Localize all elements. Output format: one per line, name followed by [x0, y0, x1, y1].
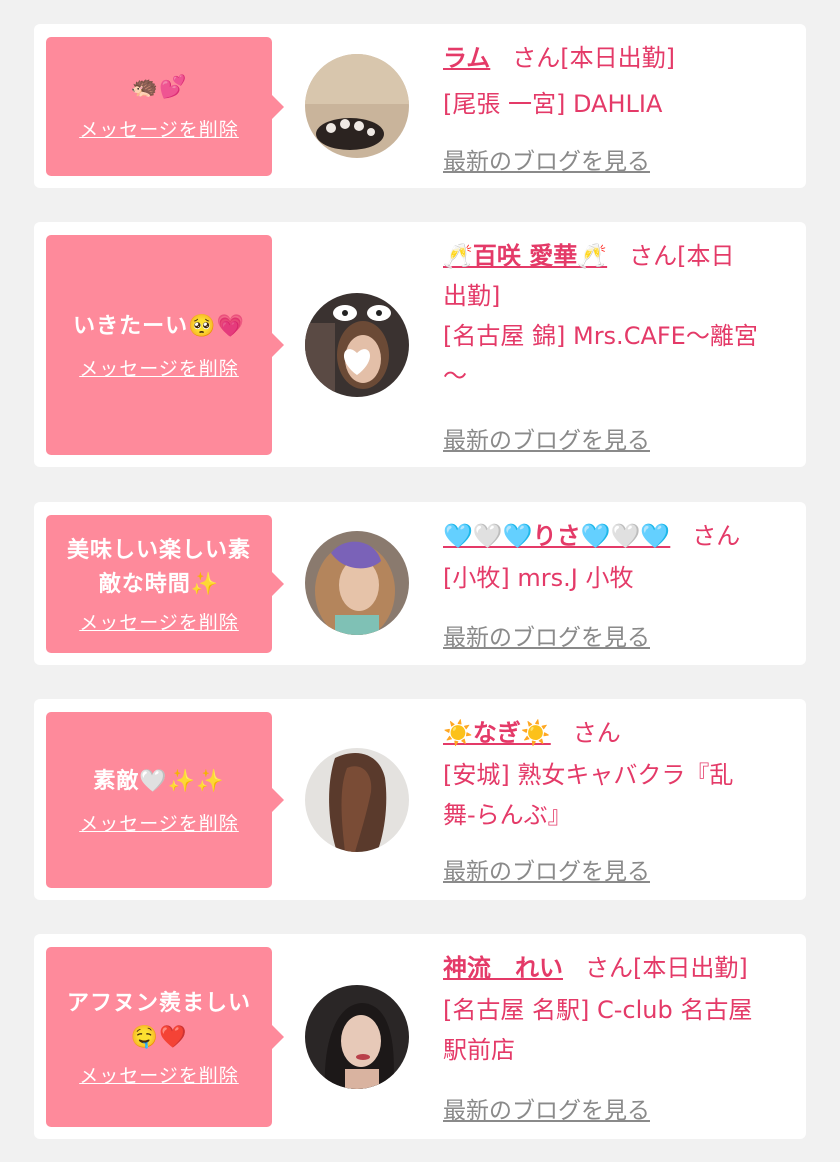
message-text: アフヌン羨ましい [66, 990, 251, 1016]
message-card: 素敵🤍✨✨ メッセージを削除 ☀️なぎ☀️ さん [安城] 熟女キャバクラ『乱 舞… [34, 699, 806, 900]
message-bubble: 素敵🤍✨✨ メッセージを削除 [46, 712, 284, 888]
status-text: [本日 [677, 242, 735, 270]
message-text-line2: 🤤❤️ [130, 1024, 188, 1050]
cast-info: ☀️なぎ☀️ さん [安城] 熟女キャバクラ『乱 舞-らんぶ』 [443, 713, 792, 835]
cast-name-link[interactable]: 🩵🤍🩵りさ🩵🤍🩵 [443, 522, 670, 550]
message-bubble: いきたーい🥺💗 メッセージを削除 [46, 235, 284, 455]
latest-blog-link[interactable]: 最新のブログを見る [443, 421, 650, 455]
message-card: いきたーい🥺💗 メッセージを削除 🥂百咲 愛華🥂 さん[本日 出勤] [名古屋 錦… [34, 222, 806, 467]
delete-message-link[interactable]: メッセージを削除 [79, 354, 239, 381]
cast-name-link[interactable]: 神流 れい [443, 954, 563, 982]
shop-name: [名古屋 名駅] C-club 名古屋 [443, 996, 753, 1024]
shop-name-continued: 駅前店 [443, 1036, 515, 1064]
message-text: 🦔💕 [130, 75, 188, 100]
cast-info: 🩵🤍🩵りさ🩵🤍🩵 さん [小牧] mrs.J 小牧 [443, 516, 792, 598]
shop-name: [小牧] mrs.J 小牧 [443, 564, 634, 592]
latest-blog-link[interactable]: 最新のブログを見る [443, 618, 650, 652]
status-text: [本日出勤] [560, 44, 676, 72]
message-card: 美味しい楽しい素 敵な時間✨ メッセージを削除 🩵🤍🩵りさ🩵🤍🩵 さん [小牧] … [34, 502, 806, 665]
avatar[interactable] [305, 531, 409, 635]
cast-info: ラム さん[本日出勤] [尾張 一宮] DAHLIA [443, 38, 792, 124]
shop-name: [安城] 熟女キャバクラ『乱 [443, 761, 734, 789]
honorific: さん [512, 44, 561, 72]
delete-message-link[interactable]: メッセージを削除 [79, 608, 239, 635]
latest-blog-link[interactable]: 最新のブログを見る [443, 852, 650, 886]
status-text: [本日出勤] [633, 954, 748, 982]
status-text-continued: 出勤] [443, 282, 501, 310]
shop-name: [名古屋 錦] Mrs.CAFE〜離宮 [443, 322, 758, 350]
latest-blog-link[interactable]: 最新のブログを見る [443, 142, 650, 176]
avatar[interactable] [305, 985, 409, 1089]
latest-blog-link[interactable]: 最新のブログを見る [443, 1091, 650, 1125]
shop-name: [尾張 一宮] DAHLIA [443, 90, 663, 118]
delete-message-link[interactable]: メッセージを削除 [79, 1061, 239, 1088]
message-bubble: 美味しい楽しい素 敵な時間✨ メッセージを削除 [46, 515, 284, 653]
message-text: 素敵🤍✨✨ [93, 768, 225, 794]
delete-message-link[interactable]: メッセージを削除 [79, 115, 239, 142]
cast-name-link[interactable]: ☀️なぎ☀️ [443, 719, 551, 747]
shop-name-continued: 舞-らんぶ』 [443, 801, 572, 829]
avatar[interactable] [305, 293, 409, 397]
honorific: さん [692, 522, 741, 550]
honorific: さん [585, 954, 633, 982]
cast-info: 神流 れい さん[本日出勤] [名古屋 名駅] C-club 名古屋 駅前店 [443, 948, 792, 1070]
delete-message-link[interactable]: メッセージを削除 [79, 809, 239, 836]
message-text: 美味しい楽しい素 [66, 537, 251, 563]
honorific: さん [629, 242, 678, 270]
message-bubble: 🦔💕 メッセージを削除 [46, 37, 284, 176]
shop-name-continued: 〜 [443, 362, 467, 390]
message-text: いきたーい🥺💗 [73, 313, 245, 339]
message-list: 🦔💕 メッセージを削除 ラム さん[本日出勤] [尾張 一宮] DAHLIA 最新… [0, 0, 840, 1162]
message-text-line2: 敵な時間✨ [98, 571, 220, 597]
avatar[interactable] [305, 748, 409, 852]
cast-name-link[interactable]: 🥂百咲 愛華🥂 [443, 242, 607, 270]
message-bubble: アフヌン羨ましい 🤤❤️ メッセージを削除 [46, 947, 284, 1127]
cast-info: 🥂百咲 愛華🥂 さん[本日 出勤] [名古屋 錦] Mrs.CAFE〜離宮 〜 [443, 236, 792, 396]
message-card: 🦔💕 メッセージを削除 ラム さん[本日出勤] [尾張 一宮] DAHLIA 最新… [34, 24, 806, 188]
message-card: アフヌン羨ましい 🤤❤️ メッセージを削除 神流 れい さん[本日出勤] [名古屋… [34, 934, 806, 1139]
cast-name-link[interactable]: ラム [443, 44, 490, 72]
avatar[interactable] [305, 54, 409, 158]
honorific: さん [572, 719, 621, 747]
